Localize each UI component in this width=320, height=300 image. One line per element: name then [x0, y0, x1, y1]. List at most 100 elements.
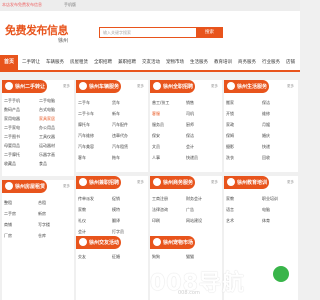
category-link[interactable]: 快递 — [262, 144, 270, 150]
category-link[interactable]: 快递员 — [186, 155, 198, 161]
category-link[interactable]: 二手卡车 — [78, 111, 94, 117]
category-link[interactable]: 交友 — [78, 254, 86, 260]
category-link[interactable]: 开锁 — [226, 111, 234, 117]
category-link[interactable]: 汽车租赁 — [112, 144, 128, 150]
category-link[interactable]: 母婴用品 — [4, 143, 20, 149]
top-note[interactable]: 本店发布免费发布信息 — [2, 2, 42, 8]
category-link[interactable]: 保安 — [152, 133, 160, 139]
card-header[interactable]: 徐州全职招聘 — [150, 80, 195, 93]
nav-home[interactable]: 首页 — [0, 55, 18, 70]
more-link[interactable]: 更多 — [137, 84, 144, 89]
more-link[interactable]: 更多 — [287, 180, 294, 185]
card-header[interactable]: 徐州商务服务 — [150, 176, 195, 189]
category-link[interactable]: 工商注册 — [152, 196, 168, 202]
mobile-link[interactable]: 手机版 — [64, 2, 76, 8]
nav-item-housing[interactable]: 房屋租赁 — [70, 59, 88, 65]
category-link[interactable]: 模特 — [112, 207, 120, 213]
category-link[interactable]: 会计 — [186, 144, 194, 150]
category-link[interactable]: 网站建设 — [186, 218, 202, 224]
category-link[interactable]: 保洁 — [262, 100, 270, 106]
category-link[interactable]: 摄影 — [226, 144, 234, 150]
category-link[interactable]: 人事 — [152, 155, 160, 161]
category-link[interactable]: 违章代办 — [112, 133, 128, 139]
category-link[interactable]: 客服 — [152, 111, 160, 117]
search-button[interactable]: 搜索 — [196, 27, 223, 38]
category-link[interactable]: 财务会计 — [186, 196, 202, 202]
category-link[interactable]: 传单派发 — [78, 196, 94, 202]
category-link[interactable]: 摩托车 — [78, 122, 90, 128]
category-link[interactable]: 二手家电 — [4, 125, 20, 131]
category-link[interactable]: 新房 — [38, 211, 46, 217]
category-link[interactable]: 礼仪 — [78, 218, 86, 224]
category-link[interactable]: 汽车维修 — [78, 133, 94, 139]
card-header[interactable]: 徐州车辆服务 — [76, 80, 121, 93]
category-link[interactable]: 客车 — [78, 155, 86, 161]
category-link[interactable]: 法律咨询 — [152, 207, 168, 213]
category-link[interactable]: 电脑 — [262, 207, 270, 213]
nav-item-fulltime[interactable]: 全职招聘 — [94, 59, 112, 65]
category-link[interactable]: 二手图书 — [4, 134, 20, 140]
nav-item-secondhand[interactable]: 二手转让 — [22, 59, 40, 65]
category-link[interactable]: 保洁 — [186, 133, 194, 139]
category-link[interactable]: 办公用品 — [39, 125, 55, 131]
category-link[interactable]: 厂房 — [4, 233, 12, 239]
more-link[interactable]: 更多 — [211, 180, 218, 185]
category-link[interactable]: 货车 — [112, 100, 120, 106]
category-link[interactable]: 服务员 — [152, 122, 164, 128]
card-header[interactable]: 徐州宠物市场 — [150, 236, 195, 249]
category-link[interactable]: 家政 — [226, 122, 234, 128]
category-link[interactable]: 回收 — [262, 155, 270, 161]
category-link[interactable]: 销售 — [186, 100, 194, 106]
category-link[interactable]: 维修 — [262, 111, 270, 117]
category-link[interactable]: 新车 — [112, 111, 120, 117]
category-link[interactable]: 运动器材 — [39, 143, 55, 149]
category-link[interactable]: 会计 — [78, 229, 86, 235]
card-header[interactable]: 徐州交友活动 — [76, 236, 121, 249]
nav-item-shops[interactable]: 店铺 — [286, 59, 295, 65]
category-link[interactable]: 写字楼 — [38, 222, 50, 228]
category-link[interactable]: 工具仪器 — [39, 134, 55, 140]
nav-item-business[interactable]: 商务服务 — [238, 59, 256, 65]
category-link[interactable]: 艺术 — [226, 218, 234, 224]
category-link[interactable]: 家教 — [226, 196, 234, 202]
wechat-float-button[interactable] — [270, 263, 292, 285]
search-input[interactable]: 输入关键字搜索 — [99, 27, 197, 38]
city-selector[interactable]: 徐州 — [58, 37, 68, 44]
category-link[interactable]: 汽车美容 — [78, 144, 94, 150]
card-header[interactable]: 徐州二手转让 — [2, 80, 47, 93]
more-link[interactable]: 更多 — [211, 84, 218, 89]
category-link[interactable]: 狗狗 — [152, 254, 160, 260]
nav-item-parttime[interactable]: 兼职招聘 — [118, 59, 136, 65]
category-link[interactable]: 仓库 — [38, 233, 46, 239]
category-link[interactable]: 洗衣 — [226, 155, 234, 161]
category-link[interactable]: 家用电器 — [4, 116, 20, 122]
nav-item-pets[interactable]: 宠物市场 — [166, 59, 184, 65]
category-link[interactable]: 乐器字画 — [39, 152, 55, 158]
category-link[interactable]: 翻译 — [112, 218, 120, 224]
category-link[interactable]: 广告 — [186, 207, 194, 213]
category-link[interactable]: 商铺 — [4, 222, 12, 228]
category-link[interactable]: 二手房 — [4, 211, 16, 217]
category-link[interactable]: 二手车 — [78, 100, 90, 106]
category-link[interactable]: 印刷 — [152, 218, 160, 224]
category-link[interactable]: 体育 — [262, 218, 270, 224]
category-link[interactable]: 收藏品 — [4, 161, 16, 167]
more-link[interactable]: 更多 — [63, 184, 70, 189]
nav-item-education[interactable]: 教育培训 — [214, 59, 232, 65]
card-header[interactable]: 徐州房屋租赁 — [2, 180, 47, 193]
category-link[interactable]: 家具家居 — [39, 116, 55, 122]
category-link[interactable]: 合租 — [38, 200, 46, 206]
category-link[interactable]: 二手电脑 — [39, 98, 55, 104]
category-link[interactable]: 语言 — [226, 207, 234, 213]
category-link[interactable]: 征婚 — [112, 254, 120, 260]
category-link[interactable]: 普工/技工 — [152, 100, 169, 106]
more-link[interactable]: 更多 — [63, 84, 70, 89]
category-link[interactable]: 家教 — [78, 207, 86, 213]
category-link[interactable]: 文员 — [152, 144, 160, 150]
category-link[interactable]: 打字员 — [112, 229, 124, 235]
card-header[interactable]: 徐州生活服务 — [224, 80, 269, 93]
category-link[interactable]: 数码产品 — [4, 107, 20, 113]
site-logo[interactable]: 免费发布信息 — [5, 22, 69, 38]
nav-item-social[interactable]: 交友活动 — [142, 59, 160, 65]
category-link[interactable]: 司机 — [186, 111, 194, 117]
